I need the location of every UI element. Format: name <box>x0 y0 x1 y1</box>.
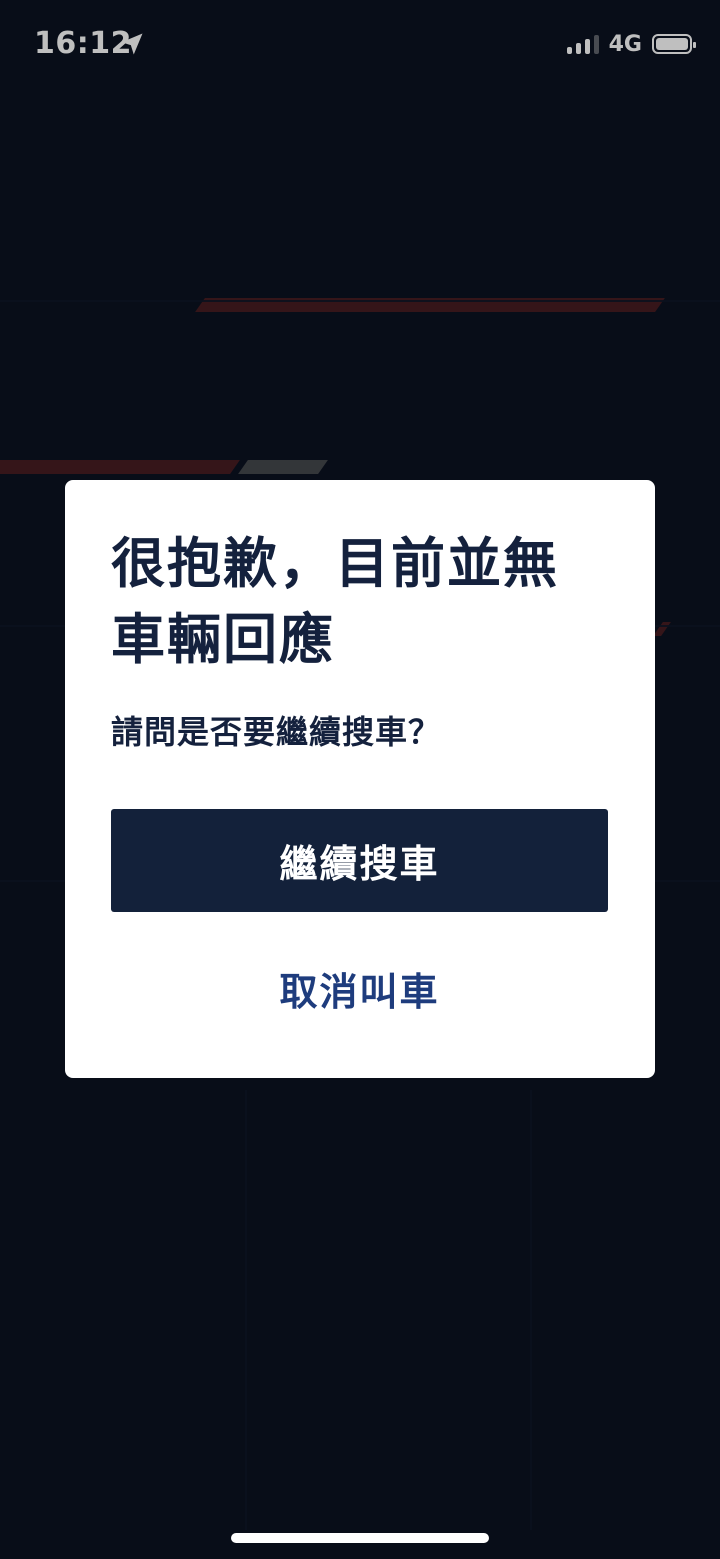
no-vehicle-dialog: 很抱歉，目前並無車輛回應 請問是否要繼續搜車？ 繼續搜車 取消叫車 <box>65 480 655 1078</box>
continue-search-button[interactable]: 繼續搜車 <box>111 809 608 912</box>
dialog-title: 很抱歉，目前並無車輛回應 <box>111 532 559 671</box>
cancel-ride-button[interactable]: 取消叫車 <box>111 940 608 1036</box>
dialog-subtitle: 請問是否要繼續搜車？ <box>111 713 442 751</box>
home-indicator[interactable] <box>231 1533 489 1543</box>
